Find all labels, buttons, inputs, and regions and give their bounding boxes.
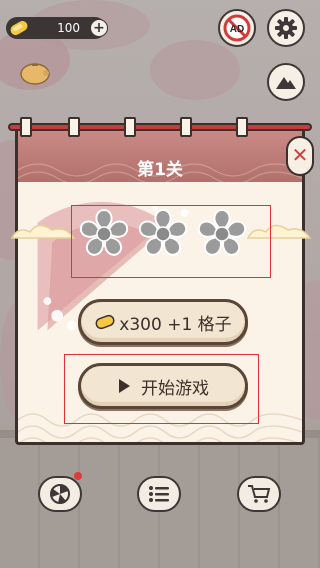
curtain-tab xyxy=(20,117,32,137)
coin-icon xyxy=(8,19,30,37)
cloud-decoration xyxy=(10,224,76,239)
wheel-button[interactable] xyxy=(38,476,82,512)
mountain-icon xyxy=(276,77,296,89)
reward-button[interactable]: x300 +1 格子 xyxy=(78,299,248,345)
no-ad-label: AD xyxy=(230,24,244,35)
settings-button[interactable] xyxy=(267,9,305,47)
dialog-header: 第1关 xyxy=(18,130,302,182)
list-icon xyxy=(149,486,169,502)
curtain-rod xyxy=(8,123,312,131)
coin-counter: 100 + xyxy=(6,17,108,39)
wheel-icon xyxy=(50,484,70,504)
start-highlight-box xyxy=(64,354,259,424)
piggy-bank-icon[interactable] xyxy=(18,60,52,86)
level-list-button[interactable] xyxy=(137,476,181,512)
coin-icon xyxy=(95,314,115,330)
notification-dot xyxy=(74,472,82,480)
reward-label: x300 +1 格子 xyxy=(119,314,232,335)
coin-count: 100 xyxy=(57,21,80,35)
stars-highlight-box xyxy=(71,205,271,278)
close-button[interactable]: ✕ xyxy=(286,136,314,176)
cart-icon xyxy=(248,485,271,503)
level-title: 第1关 xyxy=(137,160,183,180)
curtain-tab xyxy=(124,117,136,137)
curtain-tab xyxy=(68,117,80,137)
scenery-button[interactable] xyxy=(267,63,305,101)
gear-icon xyxy=(275,17,297,39)
shop-button[interactable] xyxy=(237,476,281,512)
add-coins-button[interactable]: + xyxy=(90,19,108,37)
remove-ads-button[interactable]: AD xyxy=(218,9,256,47)
curtain-tab xyxy=(236,117,248,137)
curtain-tab xyxy=(180,117,192,137)
no-ad-icon: AD xyxy=(223,14,251,42)
